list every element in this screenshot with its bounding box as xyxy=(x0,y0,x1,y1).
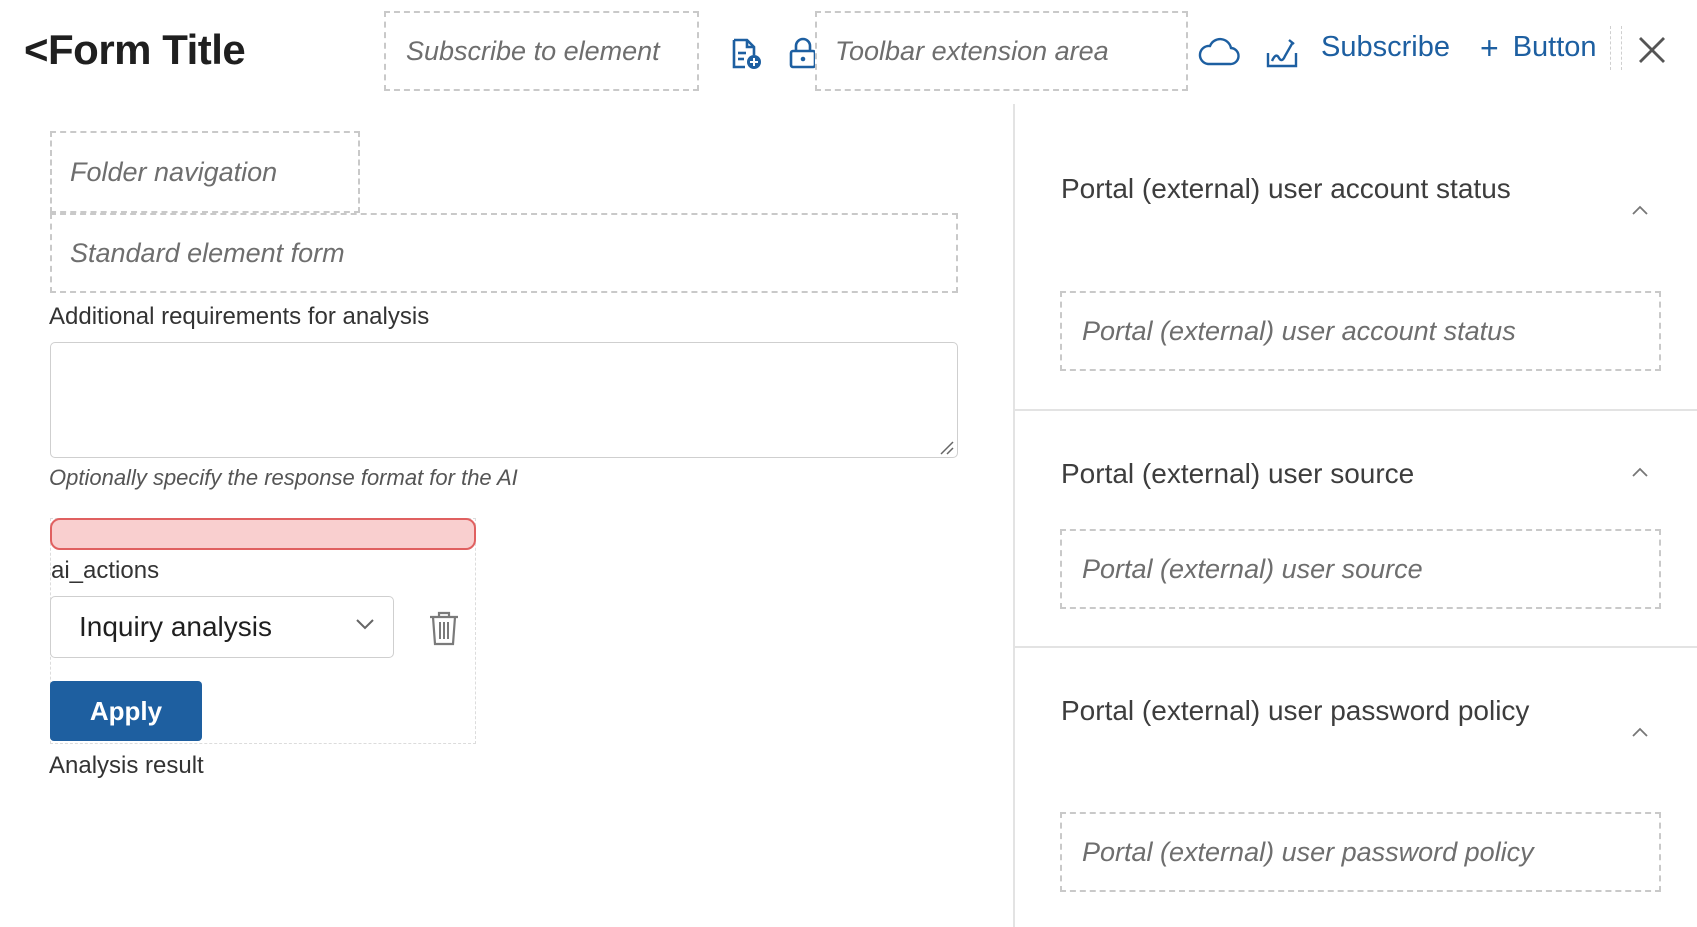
subscribe-button[interactable]: Subscribe xyxy=(1321,31,1450,64)
ai-action-selected-value: Inquiry analysis xyxy=(79,611,272,642)
error-banner xyxy=(50,518,476,550)
section-title-user-source[interactable]: Portal (external) user source xyxy=(1061,458,1414,490)
signature-icon[interactable] xyxy=(1264,36,1300,70)
chevron-down-icon xyxy=(356,619,374,630)
ai-action-select[interactable]: Inquiry analysis xyxy=(50,596,394,658)
subscribe-to-element-text: Subscribe to element xyxy=(406,35,660,66)
password-policy-field-area: Portal (external) user password policy xyxy=(1060,812,1661,892)
requirements-label: Additional requirements for analysis xyxy=(49,303,430,330)
button-slot-marker xyxy=(1610,26,1622,70)
account-status-field-text: Portal (external) user account status xyxy=(1082,315,1516,346)
standard-element-form-text: Standard element form xyxy=(70,237,345,268)
toolbar-extension-text: Toolbar extension area xyxy=(835,35,1109,66)
plus-icon: + xyxy=(1480,29,1499,66)
delete-action-icon[interactable] xyxy=(428,610,462,648)
password-policy-field-text: Portal (external) user password policy xyxy=(1082,836,1534,867)
section-divider xyxy=(1015,409,1697,411)
section-title-account-status[interactable]: Portal (external) user account status xyxy=(1061,173,1511,205)
chevron-up-icon[interactable] xyxy=(1631,726,1649,738)
cloud-icon[interactable] xyxy=(1197,34,1241,70)
folder-navigation-text: Folder navigation xyxy=(70,156,278,187)
chevron-up-icon[interactable] xyxy=(1631,466,1649,478)
requirements-hint: Optionally specify the response format f… xyxy=(49,465,518,490)
analysis-result-label: Analysis result xyxy=(49,752,204,779)
resize-grip-icon[interactable] xyxy=(938,439,954,455)
add-button-label: Button xyxy=(1512,31,1597,63)
apply-button[interactable]: Apply xyxy=(50,681,202,741)
chevron-up-icon[interactable] xyxy=(1631,204,1649,216)
ai-actions-label: ai_actions xyxy=(51,557,160,584)
toolbar-extension-area: Toolbar extension area xyxy=(815,11,1188,91)
requirements-textarea[interactable] xyxy=(50,342,958,458)
account-status-field-area: Portal (external) user account status xyxy=(1060,291,1661,371)
folder-navigation-area: Folder navigation xyxy=(50,131,360,213)
subscribe-to-element-area: Subscribe to element xyxy=(384,11,699,91)
document-share-icon[interactable] xyxy=(728,36,764,72)
section-title-password-policy[interactable]: Portal (external) user password policy xyxy=(1061,695,1529,727)
user-source-field-text: Portal (external) user source xyxy=(1082,553,1423,584)
standard-element-form-area: Standard element form xyxy=(50,213,958,293)
close-icon[interactable] xyxy=(1634,32,1670,68)
user-source-field-area: Portal (external) user source xyxy=(1060,529,1661,609)
add-button[interactable]: + Button xyxy=(1480,31,1597,64)
form-page: <Form Title Subscribe to element Toolbar… xyxy=(0,0,1697,927)
section-divider xyxy=(1015,646,1697,648)
form-title[interactable]: <Form Title xyxy=(24,26,246,74)
column-divider xyxy=(1013,104,1015,927)
